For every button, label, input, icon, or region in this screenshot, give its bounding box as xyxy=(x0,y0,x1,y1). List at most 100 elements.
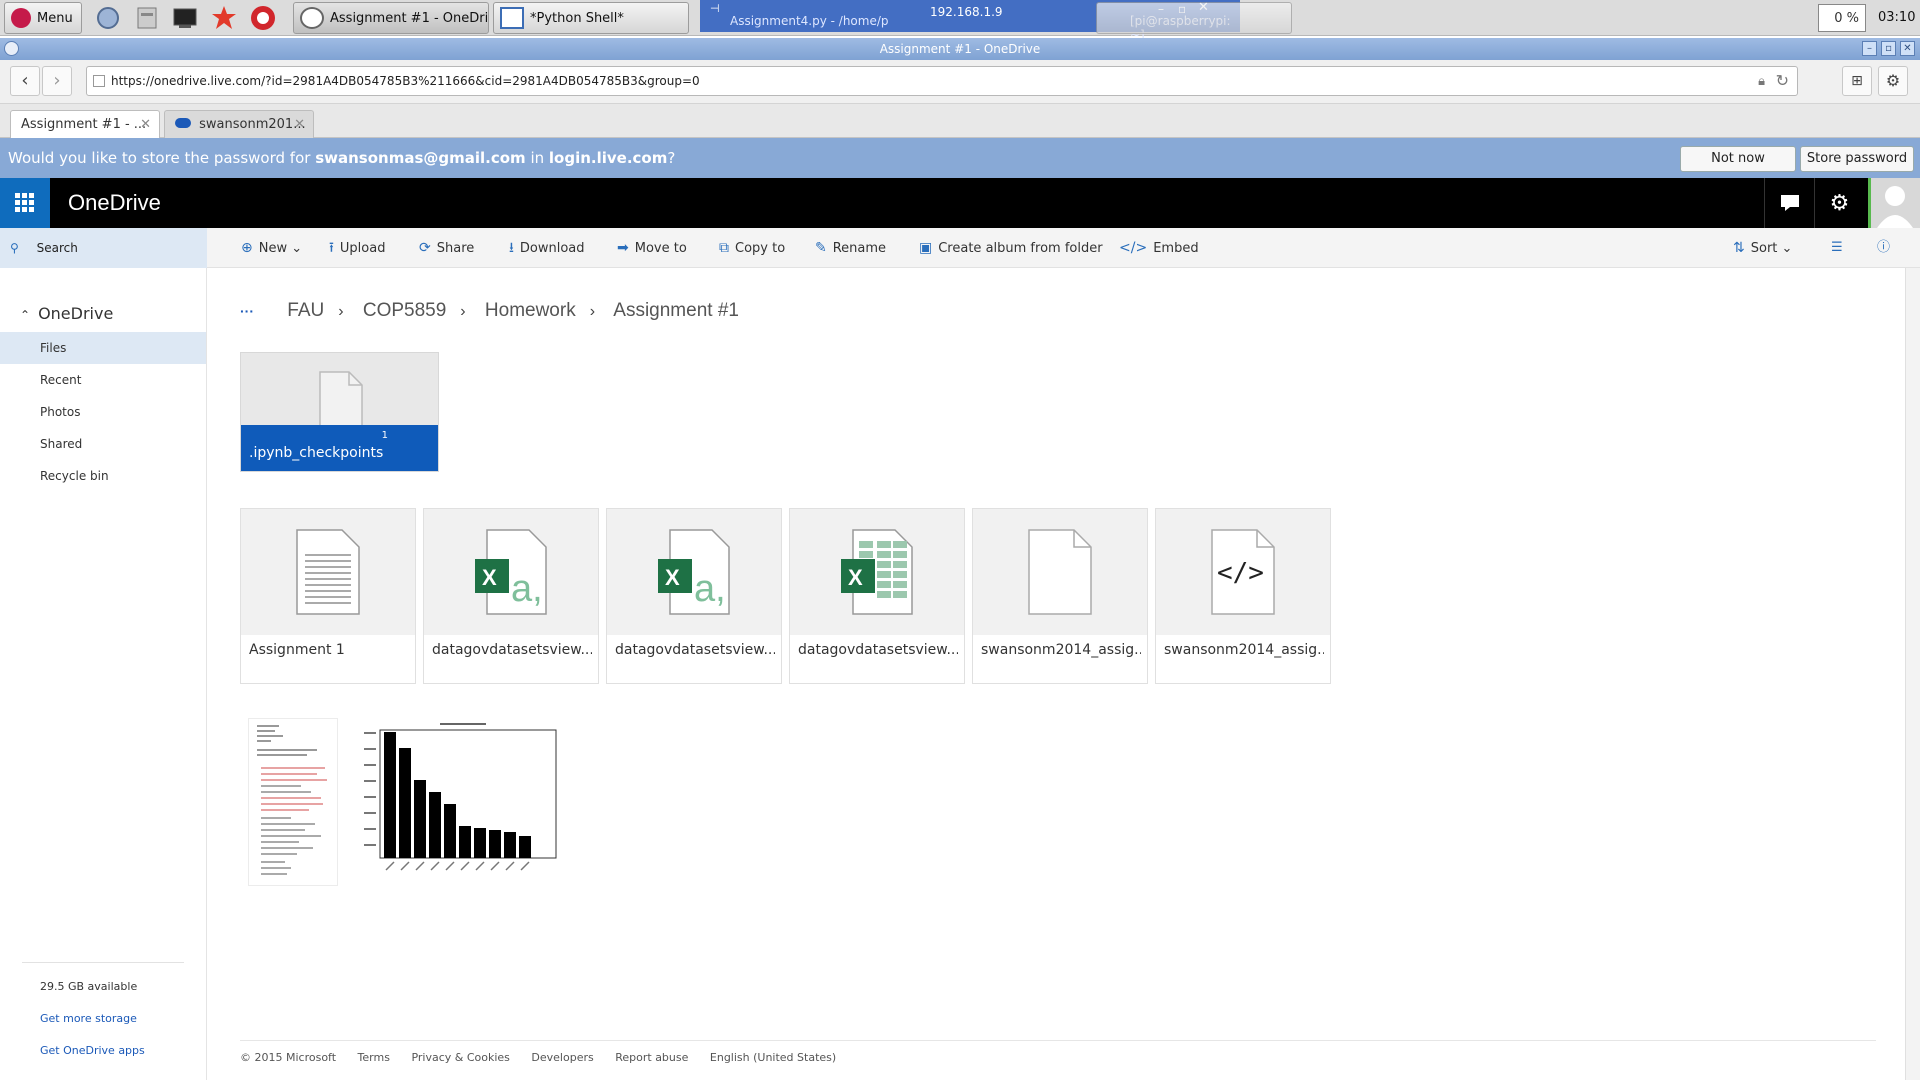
taskbar: Menu Assignment #1 - OneDrive *Python Sh… xyxy=(0,0,1920,42)
start-menu-label: Menu xyxy=(37,10,73,26)
breadcrumb-item[interactable]: COP5859 xyxy=(363,300,446,321)
settings-gear-icon[interactable]: ⚙ xyxy=(1814,178,1864,228)
terminal-icon[interactable] xyxy=(171,4,199,32)
file-tile[interactable]: Assignment 1 xyxy=(240,508,416,684)
copy-to-button[interactable]: ⧉ Copy to xyxy=(719,228,785,268)
embed-button[interactable]: </> Embed xyxy=(1119,228,1199,268)
move-icon: ➡ xyxy=(617,240,629,256)
privacy-link[interactable]: Privacy & Cookies xyxy=(411,1051,509,1064)
download-button[interactable]: ⭳ Download xyxy=(509,228,585,268)
window-icon xyxy=(300,7,324,29)
divider xyxy=(22,962,184,963)
scrollbar[interactable] xyxy=(1905,268,1920,1080)
task-label: *Python Shell* xyxy=(530,10,624,26)
breadcrumb-item[interactable]: Homework xyxy=(485,300,576,321)
sidebar-item-shared[interactable]: Shared xyxy=(0,428,206,460)
sidebar-item-photos[interactable]: Photos xyxy=(0,396,206,428)
store-password-button[interactable]: Store password xyxy=(1800,146,1914,172)
svg-text:</>: </> xyxy=(1217,558,1264,588)
command-bar: ⊕ New ⌄ ⭱ Upload ⟳ Share ⭳ Download ➡ Move to… xyxy=(207,228,1920,268)
info-icon[interactable]: ⓘ xyxy=(1877,228,1890,268)
forward-button[interactable]: › xyxy=(42,66,72,96)
storage-available: 29.5 GB available xyxy=(40,980,138,993)
tab-assignment[interactable]: Assignment #1 - ... ✕ xyxy=(10,110,160,138)
settings-gear-icon[interactable]: ⚙ xyxy=(1878,66,1908,96)
file-manager-icon[interactable] xyxy=(133,4,161,32)
window-icon xyxy=(500,7,524,29)
wolfram-icon[interactable] xyxy=(249,4,277,32)
file-tile[interactable]: X a, datagovdatasetsview... xyxy=(606,508,782,684)
language-link[interactable]: English (United States) xyxy=(710,1051,836,1064)
list-view-icon[interactable]: ☰ xyxy=(1831,228,1843,268)
close-icon[interactable]: ✕ xyxy=(1900,41,1915,56)
breadcrumb-item[interactable]: FAU xyxy=(287,300,324,321)
create-album-button[interactable]: ▣ Create album from folder xyxy=(919,228,1103,268)
tab-close-icon[interactable]: ✕ xyxy=(294,117,305,132)
tab-swansonm[interactable]: swansonm201... ✕ xyxy=(164,110,314,138)
share-button[interactable]: ⟳ Share xyxy=(419,228,474,268)
tab-strip: Assignment #1 - ... ✕ swansonm201... ✕ xyxy=(0,104,1920,138)
folder-name: .ipynb_checkpoints xyxy=(249,445,384,461)
share-icon: ⟳ xyxy=(419,240,431,256)
nav-heading[interactable]: ⌃ OneDrive xyxy=(20,304,113,323)
tab-close-icon[interactable]: ✕ xyxy=(140,117,151,132)
browser-launcher-icon[interactable] xyxy=(94,4,122,32)
start-menu-button[interactable]: Menu xyxy=(4,2,82,34)
developers-link[interactable]: Developers xyxy=(531,1051,593,1064)
math-kernel-icon[interactable] xyxy=(210,4,238,32)
task-python-shell[interactable]: *Python Shell* xyxy=(493,2,689,34)
app-launcher-icon[interactable] xyxy=(0,178,50,228)
svg-text:a,: a, xyxy=(694,568,726,610)
report-abuse-link[interactable]: Report abuse xyxy=(615,1051,688,1064)
terms-link[interactable]: Terms xyxy=(358,1051,390,1064)
document-icon xyxy=(296,529,360,615)
sidebar-item-recent[interactable]: Recent xyxy=(0,364,206,396)
album-label: Create album from folder xyxy=(938,241,1103,256)
chat-icon[interactable] xyxy=(1764,178,1814,228)
bar-chart-thumbnail[interactable] xyxy=(360,718,560,874)
copy-icon: ⧉ xyxy=(719,240,729,256)
avatar[interactable] xyxy=(1868,178,1920,228)
sidebar-item-files[interactable]: Files xyxy=(0,332,206,364)
maximize-icon[interactable]: ▫ xyxy=(1881,41,1896,56)
minimize-icon[interactable]: – xyxy=(1862,41,1877,56)
vnc-title: 192.168.1.9 xyxy=(930,5,1003,19)
back-button[interactable]: ‹ xyxy=(10,66,40,96)
rename-button[interactable]: ✎ Rename xyxy=(815,228,886,268)
sort-icon: ⇅ xyxy=(1733,240,1745,256)
folder-label-bar: .ipynb_checkpoints xyxy=(241,425,438,471)
sidebar-item-recycle-bin[interactable]: Recycle bin xyxy=(0,460,206,492)
file-tile[interactable]: X a, datagovdatasetsview... xyxy=(423,508,599,684)
embed-label: Embed xyxy=(1153,241,1199,256)
file-name: datagovdatasetsview... xyxy=(432,642,592,658)
chevron-right-icon: › xyxy=(338,303,344,320)
upload-button[interactable]: ⭱ Upload xyxy=(329,228,385,268)
chevron-right-icon: › xyxy=(589,303,596,320)
tab-label: swansonm201... xyxy=(199,117,306,132)
bookmarks-button[interactable]: ⊞ xyxy=(1842,66,1872,96)
address-bar[interactable]: https://onedrive.live.com/?id=2981A4DB05… xyxy=(86,66,1798,96)
task-terminal[interactable] xyxy=(1096,2,1292,34)
not-now-button[interactable]: Not now xyxy=(1680,146,1796,172)
rename-icon: ✎ xyxy=(815,240,827,256)
folder-tile[interactable]: .ipynb_checkpoints 1 xyxy=(240,352,439,472)
download-label: Download xyxy=(519,241,585,256)
search-icon: ⚲ xyxy=(10,241,19,255)
nav-heading-label: OneDrive xyxy=(38,304,114,323)
file-tile[interactable]: swansonm2014_assig... xyxy=(972,508,1148,684)
get-more-storage-link[interactable]: Get more storage xyxy=(40,1012,137,1025)
brand-title[interactable]: OneDrive xyxy=(68,190,161,216)
sort-button[interactable]: ⇅ Sort ⌄ xyxy=(1733,228,1792,268)
new-button[interactable]: ⊕ New ⌄ xyxy=(241,228,302,268)
copyright: © 2015 Microsoft xyxy=(240,1051,337,1064)
search-box[interactable]: ⚲ Search xyxy=(0,228,207,268)
file-tile[interactable]: </> swansonm2014_assig... xyxy=(1155,508,1331,684)
breadcrumb-overflow[interactable]: ··· xyxy=(240,303,254,319)
task-onedrive[interactable]: Assignment #1 - OneDrive xyxy=(293,2,489,34)
get-apps-link[interactable]: Get OneDrive apps xyxy=(40,1044,145,1057)
move-to-button[interactable]: ➡ Move to xyxy=(617,228,687,268)
file-tile[interactable]: X datagovdatasetsview... xyxy=(789,508,965,684)
notebook-preview-thumbnail[interactable] xyxy=(248,718,338,886)
reload-icon[interactable]: ↻ xyxy=(1776,67,1789,95)
plus-icon: ⊕ xyxy=(241,240,253,256)
